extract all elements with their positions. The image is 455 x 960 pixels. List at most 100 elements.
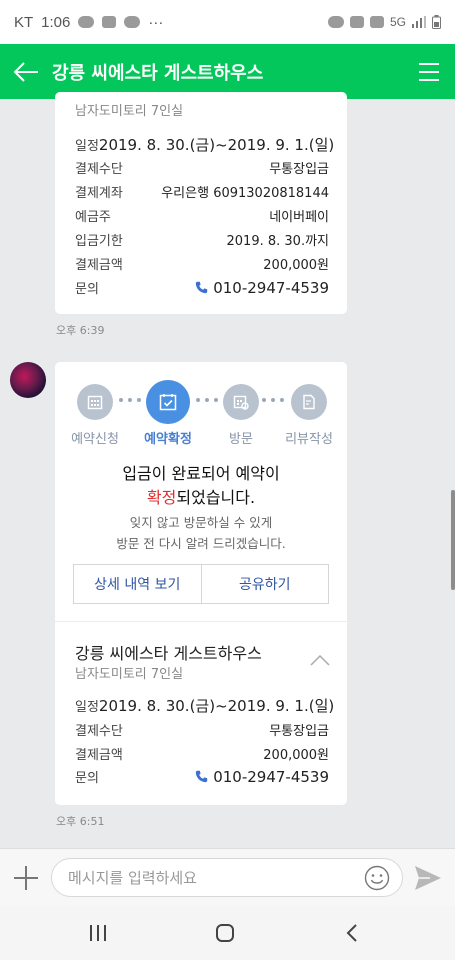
detail-row-contact: 문의 010-2947-4539 — [75, 278, 329, 298]
step-review: 리뷰작성 — [271, 382, 347, 447]
phone-link[interactable]: 010-2947-4539 — [195, 279, 329, 297]
calendar-check-icon — [159, 394, 177, 411]
arrow-left-icon — [13, 61, 38, 82]
gallery-notification-icon — [102, 16, 117, 28]
phone-icon — [195, 281, 208, 294]
more-notifications-icon: ··· — [148, 13, 164, 31]
back-button[interactable] — [0, 44, 52, 99]
signal-icon — [412, 16, 426, 28]
reservation-card-1: 남자도미토리 7인실 일정 2019. 8. 30.(금)~2019. 9. 1… — [55, 92, 347, 314]
smiley-icon — [364, 865, 390, 891]
battery-icon — [432, 15, 441, 29]
emoji-button[interactable] — [364, 865, 390, 891]
detail-value: 무통장입금 — [269, 162, 329, 177]
status-bar: KT 1:06 ··· 5G — [0, 0, 455, 44]
send-icon — [415, 866, 441, 890]
room-type: 남자도미토리 7인실 — [75, 667, 184, 682]
detail-row-holder: 예금주 네이버페이 — [75, 206, 329, 225]
detail-value: 무통장입금 — [269, 724, 329, 739]
network-type: 5G — [389, 15, 406, 29]
detail-label: 예금주 — [75, 210, 111, 225]
step-request: 예약신청 — [57, 382, 133, 447]
detail-label: 일정 — [75, 700, 99, 715]
reminder-line2: 방문 전 다시 알려 드리겠습니다. — [116, 536, 286, 551]
calendar-visit-icon — [233, 395, 249, 410]
detail-value: 2019. 8. 30.(금)~2019. 9. 1.(일) — [98, 136, 335, 154]
step-label: 예약확정 — [144, 432, 192, 447]
detail-value[interactable]: 우리은행 60913020818144 — [161, 182, 329, 201]
clock: 1:06 — [41, 13, 71, 31]
detail-label: 결제수단 — [75, 162, 123, 177]
phone-number: 010-2947-4539 — [213, 278, 329, 297]
detail-label: 문의 — [75, 771, 99, 786]
mute-icon — [349, 16, 364, 28]
review-edit-icon — [303, 394, 315, 410]
detail-value: 200,000원 — [263, 258, 329, 273]
card-divider — [55, 621, 347, 622]
phone-number: 010-2947-4539 — [213, 767, 329, 786]
step-label: 예약신청 — [71, 432, 119, 447]
detail-label: 입금기한 — [75, 234, 123, 249]
recent-apps-icon — [90, 925, 106, 941]
step-confirmed: 예약확정 — [130, 380, 206, 447]
sender-avatar[interactable] — [10, 362, 46, 398]
detail-row-amount: 결제금액 200,000원 — [75, 254, 329, 273]
menu-button[interactable] — [403, 44, 455, 99]
message-timestamp: 오후 6:39 — [56, 324, 105, 337]
detail-row-payment-method: 결제수단 무통장입금 — [75, 720, 329, 739]
confirm-message-line1: 입금이 완료되어 예약이 — [122, 464, 280, 483]
message-timestamp: 오후 6:51 — [56, 815, 105, 828]
detail-label: 문의 — [75, 282, 99, 297]
detail-value: 200,000원 — [263, 748, 329, 763]
phone-icon — [195, 770, 208, 783]
reservation-card-2: 예약신청 예약확정 방문 리뷰작성 입금이 완료되어 예약이 확정되었습니다. … — [55, 362, 347, 805]
send-button[interactable] — [414, 865, 442, 891]
detail-row-amount: 결제금액 200,000원 — [75, 744, 329, 763]
scrollbar-thumb[interactable] — [451, 490, 455, 590]
recent-apps-button[interactable] — [84, 920, 112, 946]
detail-value: 네이버페이 — [269, 210, 329, 225]
confirm-highlight: 확정 — [146, 488, 177, 507]
home-icon — [216, 924, 234, 942]
back-chevron-icon — [346, 924, 357, 942]
detail-row-account: 결제계좌 우리은행 60913020818144 — [75, 182, 329, 201]
attach-plus-icon[interactable] — [13, 865, 39, 891]
app-notification-icon — [124, 16, 141, 28]
detail-label: 결제금액 — [75, 748, 123, 763]
guesthouse-title: 강릉 씨에스타 게스트하우스 — [75, 644, 262, 663]
detail-row-deadline: 입금기한 2019. 8. 30.까지 — [75, 230, 329, 249]
message-input[interactable]: 메시지를 입력하세요 — [51, 858, 403, 897]
detail-label: 결제계좌 — [75, 186, 123, 201]
confirm-message-line2: 확정되었습니다. — [55, 484, 347, 508]
home-button[interactable] — [211, 920, 239, 946]
detail-value: 2019. 8. 30.(금)~2019. 9. 1.(일) — [98, 697, 335, 715]
view-details-button[interactable]: 상세 내역 보기 — [74, 565, 201, 603]
calendar-grid-icon — [87, 395, 103, 410]
phone-link[interactable]: 010-2947-4539 — [195, 768, 329, 786]
detail-label: 일정 — [75, 139, 99, 154]
action-buttons: 상세 내역 보기 공유하기 — [73, 564, 329, 604]
alarm-icon — [327, 16, 344, 28]
detail-row-schedule: 일정 2019. 8. 30.(금)~2019. 9. 1.(일) — [75, 695, 334, 716]
system-nav-bar — [0, 906, 455, 960]
room-type: 남자도미토리 7인실 — [75, 104, 184, 119]
detail-row-payment-method: 결제수단 무통장입금 — [75, 158, 329, 177]
hd-icon — [369, 16, 384, 28]
hamburger-menu-icon — [419, 62, 439, 65]
chat-notification-icon — [78, 16, 95, 28]
step-visit: 방문 — [203, 382, 279, 447]
detail-row-contact: 문의 010-2947-4539 — [75, 767, 329, 787]
message-input-bar: 메시지를 입력하세요 — [0, 848, 455, 906]
back-nav-button[interactable] — [338, 920, 366, 946]
step-label: 방문 — [229, 432, 253, 447]
chat-title: 강릉 씨에스타 게스트하우스 — [52, 62, 264, 84]
share-button[interactable]: 공유하기 — [200, 565, 329, 603]
detail-label: 결제수단 — [75, 724, 123, 739]
collapse-button[interactable] — [309, 652, 331, 666]
reminder-line1: 잊지 않고 방문하실 수 있게 — [129, 515, 273, 530]
progress-steps: 예약신청 예약확정 방문 리뷰작성 — [55, 380, 347, 452]
step-label: 리뷰작성 — [285, 432, 333, 447]
app-bar: 강릉 씨에스타 게스트하우스 — [0, 44, 455, 99]
confirm-message-rest: 되었습니다. — [176, 488, 256, 507]
detail-label: 결제금액 — [75, 258, 123, 273]
